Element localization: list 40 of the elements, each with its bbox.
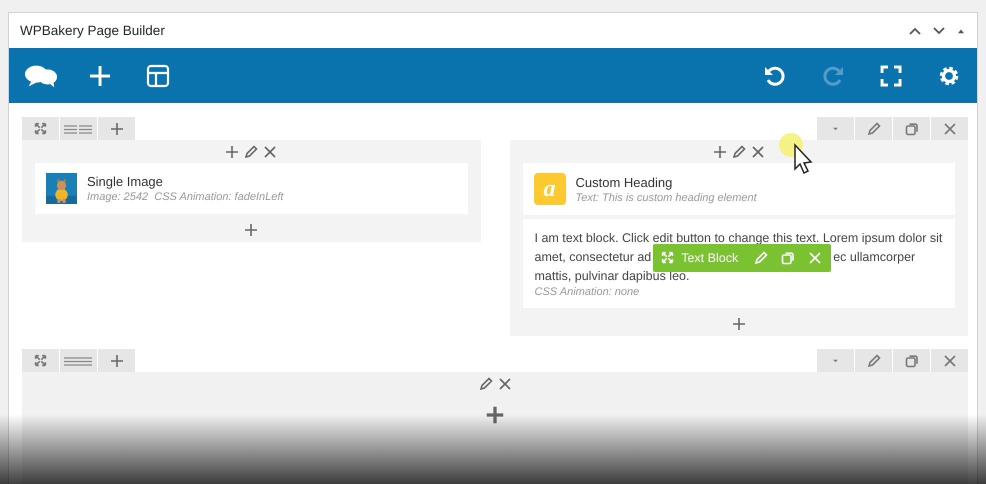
panel-title: WPBakery Page Builder: [20, 23, 165, 38]
copy-icon[interactable]: [904, 120, 920, 136]
element-title: Custom Heading: [576, 174, 674, 190]
close-icon[interactable]: [496, 376, 512, 392]
pencil-icon[interactable]: [866, 120, 882, 136]
add-column-icon[interactable]: [108, 352, 124, 368]
paragraph-line: I am text block. Click edit button to change this text. Lorem ipsum dolor sit: [534, 230, 942, 247]
add-icon[interactable]: [88, 64, 112, 88]
element-card[interactable]: Single Image Image: 2542 CSS Animation: fadeInLeft: [35, 163, 468, 214]
pencil-icon[interactable]: [730, 144, 747, 160]
close-icon[interactable]: [942, 120, 958, 136]
copy-icon[interactable]: [904, 352, 920, 368]
paragraph-line: mattis, pulvinar dapibus leo.: [534, 268, 690, 285]
pencil-icon[interactable]: [478, 376, 494, 392]
add-element-icon[interactable]: [484, 404, 506, 426]
close-icon[interactable]: [262, 144, 278, 160]
expand-arrows-icon[interactable]: [34, 122, 47, 135]
element-details: Image: 2542 CSS Animation: fadeInLeft: [87, 191, 284, 203]
undo-icon[interactable]: [763, 64, 787, 88]
close-icon[interactable]: [750, 144, 766, 160]
layout-icon[interactable]: [146, 64, 170, 88]
logo-icon[interactable]: [24, 64, 58, 88]
pencil-icon[interactable]: [866, 352, 882, 368]
paragraph-line: amet, consectetur ad: [534, 249, 652, 266]
paragraph-line: ec ullamcorper: [833, 249, 916, 266]
add-column-icon[interactable]: [108, 120, 124, 136]
element-details: CSS Animation: none: [534, 286, 640, 298]
add-element-icon[interactable]: [224, 144, 240, 160]
pencil-icon[interactable]: [243, 144, 260, 160]
add-element-icon[interactable]: [730, 316, 747, 332]
fullscreen-icon[interactable]: [879, 64, 903, 88]
add-element-icon[interactable]: [712, 144, 728, 160]
add-element-icon[interactable]: [243, 222, 260, 238]
element-label: Text Block: [681, 250, 738, 264]
element-details: Text: This is custom heading element: [576, 192, 757, 204]
close-icon[interactable]: [942, 352, 958, 368]
expand-arrows-icon[interactable]: [34, 354, 47, 367]
element-title: Single Image: [87, 174, 164, 189]
heading-badge: a: [534, 173, 566, 205]
element-card[interactable]: a Custom Heading Text: This is custom heading element: [522, 163, 955, 215]
